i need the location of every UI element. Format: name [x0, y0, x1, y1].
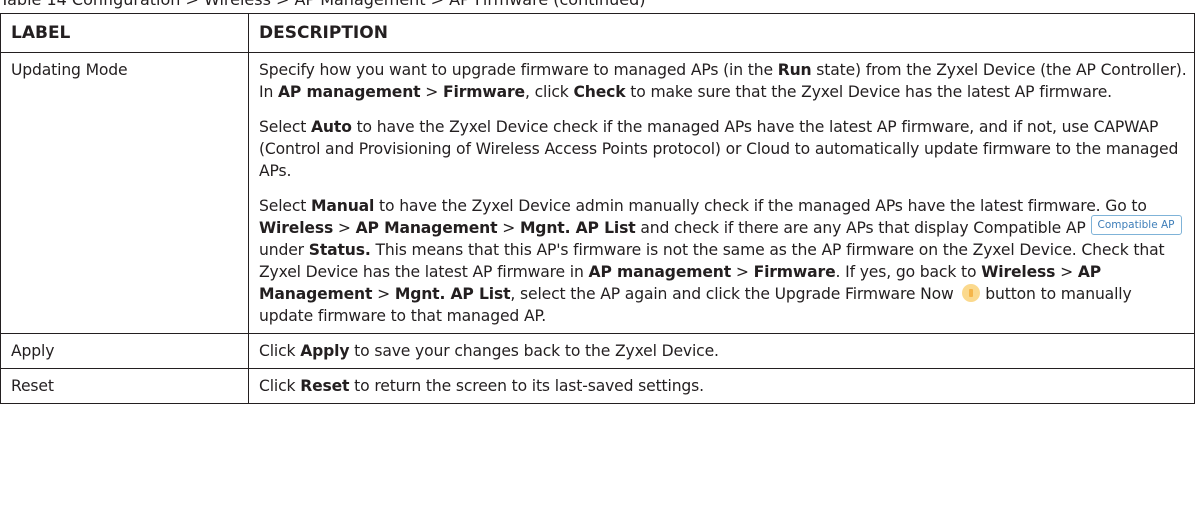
table-row-apply: Apply Click Apply to save your changes b… — [0, 333, 1195, 369]
upgrade-firmware-icon — [962, 283, 981, 302]
compatible-ap-status-badge: Compatible AP — [1090, 214, 1182, 235]
table-row-updating-mode: Updating Mode Specify how you want to up… — [0, 52, 1195, 334]
row-label: Updating Mode — [0, 52, 249, 334]
row-description: Specify how you want to upgrade firmware… — [248, 52, 1195, 334]
description-column-header: DESCRIPTION — [248, 13, 1195, 53]
description-paragraph: Select Auto to have the Zyxel Device che… — [259, 118, 1179, 180]
description-paragraph: Select Manual to have the Zyxel Device a… — [259, 195, 1190, 327]
table-header-row: LABEL DESCRIPTION — [0, 13, 1195, 53]
row-description: Click Apply to save your changes back to… — [248, 333, 1195, 369]
row-label: Apply — [0, 333, 249, 369]
row-description: Click Reset to return the screen to its … — [248, 368, 1195, 404]
table-caption: Table 14 Configuration > Wireless > AP M… — [0, 0, 1197, 10]
label-column-header: LABEL — [0, 13, 249, 53]
table-row-reset: Reset Click Reset to return the screen t… — [0, 368, 1195, 404]
description-paragraph: Specify how you want to upgrade firmware… — [259, 61, 1187, 101]
description-table: LABEL DESCRIPTION Updating Mode Specify … — [0, 13, 1195, 404]
row-label: Reset — [0, 368, 249, 404]
